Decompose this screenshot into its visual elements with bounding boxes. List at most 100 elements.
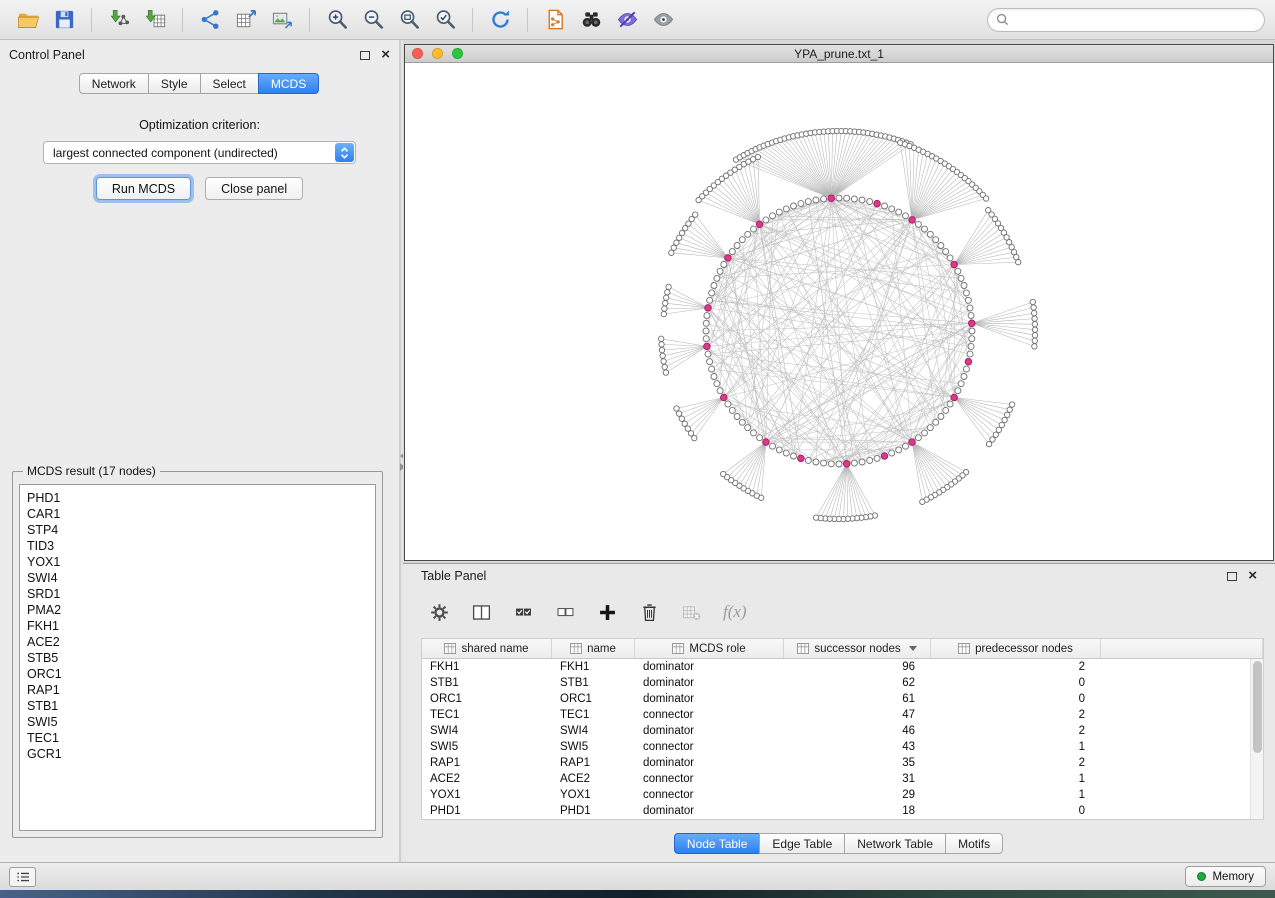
table-row[interactable]: ACE2ACE2connector311 (422, 771, 1263, 787)
tab-network[interactable]: Network (79, 73, 149, 94)
network-titlebar[interactable]: YPA_prune.txt_1 (405, 45, 1273, 63)
function-builder-icon[interactable]: f(x) (723, 602, 747, 622)
mcds-result-item[interactable]: TEC1 (27, 730, 368, 746)
hide-selected-icon[interactable] (609, 5, 645, 35)
deselect-all-icon[interactable] (555, 602, 576, 623)
mcds-result-item[interactable]: ACE2 (27, 634, 368, 650)
table-row[interactable]: STB1STB1dominator620 (422, 675, 1263, 691)
export-network-icon[interactable] (192, 5, 228, 35)
table-row[interactable]: ORC1ORC1dominator610 (422, 691, 1263, 707)
zoom-fit-icon[interactable] (391, 5, 427, 35)
mcds-result-item[interactable]: ORC1 (27, 666, 368, 682)
settings-icon[interactable] (429, 602, 450, 623)
optimization-criterion-select[interactable]: largest connected component (undirected) (43, 141, 356, 164)
search-network-icon[interactable] (573, 5, 609, 35)
mcds-result-item[interactable]: TID3 (27, 538, 368, 554)
tab-select[interactable]: Select (200, 73, 259, 94)
criterion-value: largest connected component (undirected) (53, 146, 278, 160)
mcds-result-item[interactable]: SWI4 (27, 570, 368, 586)
cell: connector (635, 773, 784, 785)
search-box[interactable] (987, 8, 1265, 32)
mcds-result-title: MCDS result (17 nodes) (23, 464, 160, 478)
mcds-result-item[interactable]: SWI5 (27, 714, 368, 730)
column-header-name[interactable]: name (552, 639, 635, 658)
tab-motifs[interactable]: Motifs (945, 833, 1003, 854)
cell: 0 (931, 677, 1101, 689)
column-header-shared-name[interactable]: shared name (422, 639, 552, 658)
clear-icon[interactable] (681, 602, 702, 623)
mcds-result-item[interactable]: YOX1 (27, 554, 368, 570)
mcds-result-item[interactable]: STB5 (27, 650, 368, 666)
mcds-result-item[interactable]: SRD1 (27, 586, 368, 602)
column-label: successor nodes (814, 643, 900, 655)
create-column-icon[interactable] (597, 602, 618, 623)
table-row[interactable]: SWI5SWI5connector431 (422, 739, 1263, 755)
close-panel-button[interactable]: Close panel (205, 177, 303, 200)
table-row[interactable]: FKH1FKH1dominator962 (422, 659, 1263, 675)
cell: dominator (635, 677, 784, 689)
close-icon[interactable]: × (1248, 571, 1257, 581)
panel-menu-button[interactable] (9, 867, 36, 887)
zoom-selected-icon[interactable] (427, 5, 463, 35)
cell: 0 (931, 805, 1101, 817)
vertical-scrollbar[interactable] (1250, 659, 1263, 819)
cell: YOX1 (422, 789, 552, 801)
tab-network-table[interactable]: Network Table (844, 833, 946, 854)
refresh-icon[interactable] (482, 5, 518, 35)
table-icon (797, 643, 809, 654)
show-all-icon[interactable] (645, 5, 681, 35)
cell: connector (635, 789, 784, 801)
float-icon[interactable] (1227, 572, 1237, 581)
memory-button[interactable]: Memory (1185, 866, 1266, 887)
save-session-icon[interactable] (46, 5, 82, 35)
cell: 29 (784, 789, 931, 801)
select-all-icon[interactable] (513, 602, 534, 623)
run-mcds-button[interactable]: Run MCDS (96, 177, 191, 200)
cell: YOX1 (552, 789, 635, 801)
split-panel-icon[interactable] (471, 602, 492, 623)
mcds-result-item[interactable]: STP4 (27, 522, 368, 538)
cell: FKH1 (552, 661, 635, 673)
mcds-result-item[interactable]: PMA2 (27, 602, 368, 618)
tab-node-table[interactable]: Node Table (674, 833, 761, 854)
mcds-result-item[interactable]: GCR1 (27, 746, 368, 762)
mcds-result-item[interactable]: FKH1 (27, 618, 368, 634)
tab-edge-table[interactable]: Edge Table (759, 833, 845, 854)
mcds-result-item[interactable]: CAR1 (27, 506, 368, 522)
mcds-result-item[interactable]: RAP1 (27, 682, 368, 698)
column-header-mcds-role[interactable]: MCDS role (635, 639, 784, 658)
table-row[interactable]: SWI4SWI4dominator462 (422, 723, 1263, 739)
export-table-icon[interactable] (228, 5, 264, 35)
float-icon[interactable] (360, 51, 370, 60)
share-document-icon[interactable] (537, 5, 573, 35)
cell: FKH1 (422, 661, 552, 673)
export-image-icon[interactable] (264, 5, 300, 35)
table-row[interactable]: RAP1RAP1dominator352 (422, 755, 1263, 771)
close-icon[interactable]: × (381, 50, 390, 60)
cell: PHD1 (422, 805, 552, 817)
scrollbar-thumb[interactable] (1253, 661, 1262, 753)
zoom-in-icon[interactable] (319, 5, 355, 35)
import-network-icon[interactable] (101, 5, 137, 35)
search-input[interactable] (1014, 13, 1256, 27)
open-session-icon[interactable] (10, 5, 46, 35)
cell: RAP1 (552, 757, 635, 769)
network-graph[interactable] (405, 63, 1273, 560)
cytoscape-window: Control Panel × NetworkStyleSelectMCDS O… (0, 0, 1275, 898)
column-header-successor-nodes[interactable]: successor nodes (784, 639, 931, 658)
table-row[interactable]: PHD1PHD1dominator180 (422, 803, 1263, 819)
cell: TEC1 (552, 709, 635, 721)
mcds-result-item[interactable]: STB1 (27, 698, 368, 714)
import-table-icon[interactable] (137, 5, 173, 35)
table-row[interactable]: TEC1TEC1connector472 (422, 707, 1263, 723)
cell: 2 (931, 709, 1101, 721)
mcds-result-list[interactable]: PHD1CAR1STP4TID3YOX1SWI4SRD1PMA2FKH1ACE2… (19, 484, 376, 831)
table-row[interactable]: YOX1YOX1connector291 (422, 787, 1263, 803)
mcds-result-item[interactable]: PHD1 (27, 490, 368, 506)
main-toolbar (0, 0, 1275, 40)
column-header-predecessor-nodes[interactable]: predecessor nodes (931, 639, 1101, 658)
zoom-out-icon[interactable] (355, 5, 391, 35)
tab-style[interactable]: Style (148, 73, 201, 94)
delete-column-icon[interactable] (639, 602, 660, 623)
tab-mcds[interactable]: MCDS (258, 73, 319, 94)
